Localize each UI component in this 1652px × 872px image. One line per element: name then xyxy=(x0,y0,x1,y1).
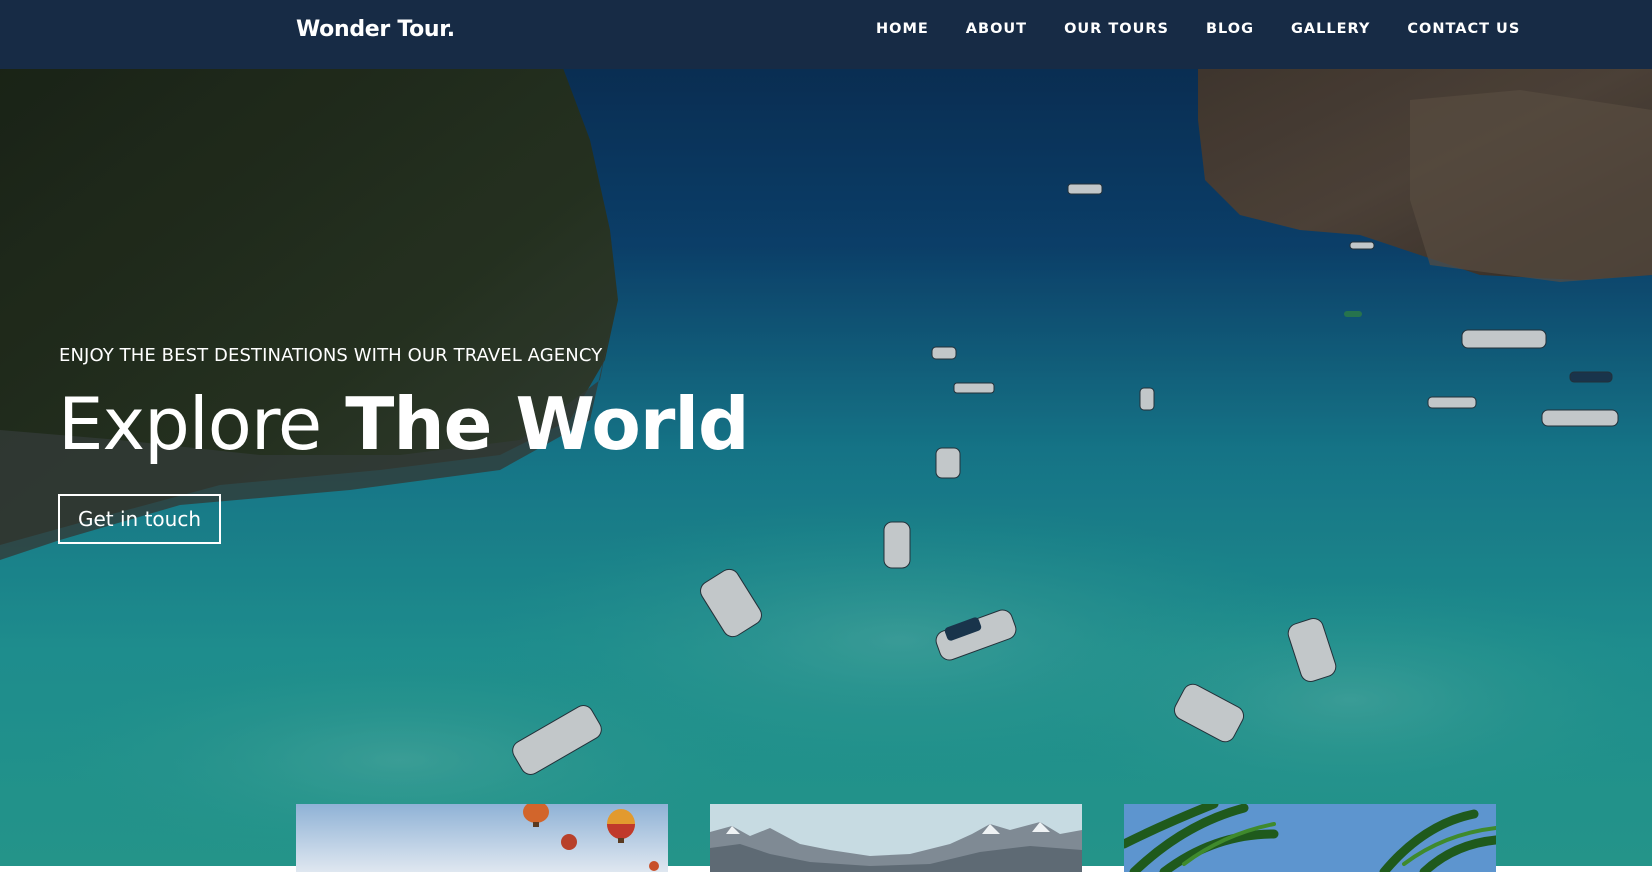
nav-about[interactable]: ABOUT xyxy=(966,21,1027,37)
mountain-image xyxy=(710,804,1082,872)
tour-card-balloons[interactable] xyxy=(296,804,668,872)
hero-kicker: ENJOY THE BEST DESTINATIONS WITH OUR TRA… xyxy=(59,345,603,366)
tour-card-mountains[interactable] xyxy=(710,804,1082,872)
nav-contact-us[interactable]: CONTACT US xyxy=(1407,21,1520,37)
hero-headline: Explore The World xyxy=(58,380,750,468)
main-nav: HOME ABOUT OUR TOURS BLOG GALLERY CONTAC… xyxy=(876,21,1520,37)
nav-blog[interactable]: BLOG xyxy=(1206,21,1254,37)
tour-card-palms[interactable] xyxy=(1124,804,1496,872)
nav-our-tours[interactable]: OUR TOURS xyxy=(1064,21,1169,37)
nav-home[interactable]: HOME xyxy=(876,21,929,37)
hot-air-balloon-image xyxy=(296,804,668,872)
get-in-touch-button[interactable]: Get in touch xyxy=(58,494,221,544)
palm-tree-image xyxy=(1124,804,1496,872)
headline-light: Explore xyxy=(58,382,322,466)
brand-logo[interactable]: Wonder Tour. xyxy=(296,17,455,42)
top-navbar: Wonder Tour. HOME ABOUT OUR TOURS BLOG G… xyxy=(0,0,1652,69)
headline-bold: The World xyxy=(345,382,749,466)
nav-gallery[interactable]: GALLERY xyxy=(1291,21,1370,37)
